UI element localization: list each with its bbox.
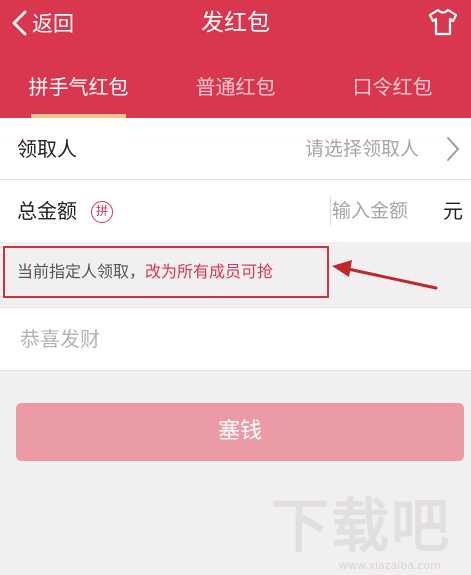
watermark-url: www.xiazaiba.com <box>338 559 441 572</box>
tab-lucky-packet[interactable]: 拼手气红包 <box>0 64 157 118</box>
amount-divider <box>330 196 331 226</box>
tab-password-packet[interactable]: 口令红包 <box>314 64 471 118</box>
amount-unit: 元 <box>443 199 463 223</box>
app-header: 返回 发红包 拼手气红包 普通红包 口令红包 <box>0 0 471 118</box>
recipient-hint-highlight: 当前指定人领取，改为所有成员可抢 <box>3 246 329 298</box>
chevron-right-icon <box>447 137 459 161</box>
recipient-hint: 当前指定人领取，改为所有成员可抢 <box>17 248 273 296</box>
annotation-arrow-icon <box>332 260 438 290</box>
recipient-row[interactable]: 领取人 请选择领取人 <box>0 118 471 180</box>
change-to-all-members-link[interactable]: 改为所有成员可抢 <box>145 262 273 281</box>
lucky-badge-icon: 拼 <box>91 201 113 223</box>
tab-bar: 拼手气红包 普通红包 口令红包 <box>0 64 471 118</box>
amount-input[interactable] <box>332 180 436 242</box>
submit-money-button[interactable]: 塞钱 <box>16 403 464 461</box>
tshirt-icon[interactable] <box>427 7 459 37</box>
amount-label: 总金额 <box>17 199 77 223</box>
recipient-label: 领取人 <box>17 137 77 161</box>
tab-normal-packet[interactable]: 普通红包 <box>157 64 314 118</box>
wish-row <box>0 307 471 371</box>
wish-input[interactable] <box>20 308 450 370</box>
page-title: 发红包 <box>201 10 270 36</box>
watermark-logo: 下载吧 <box>270 492 451 560</box>
hint-text: 当前指定人领取， <box>17 262 146 281</box>
recipient-placeholder: 请选择领取人 <box>304 138 419 160</box>
